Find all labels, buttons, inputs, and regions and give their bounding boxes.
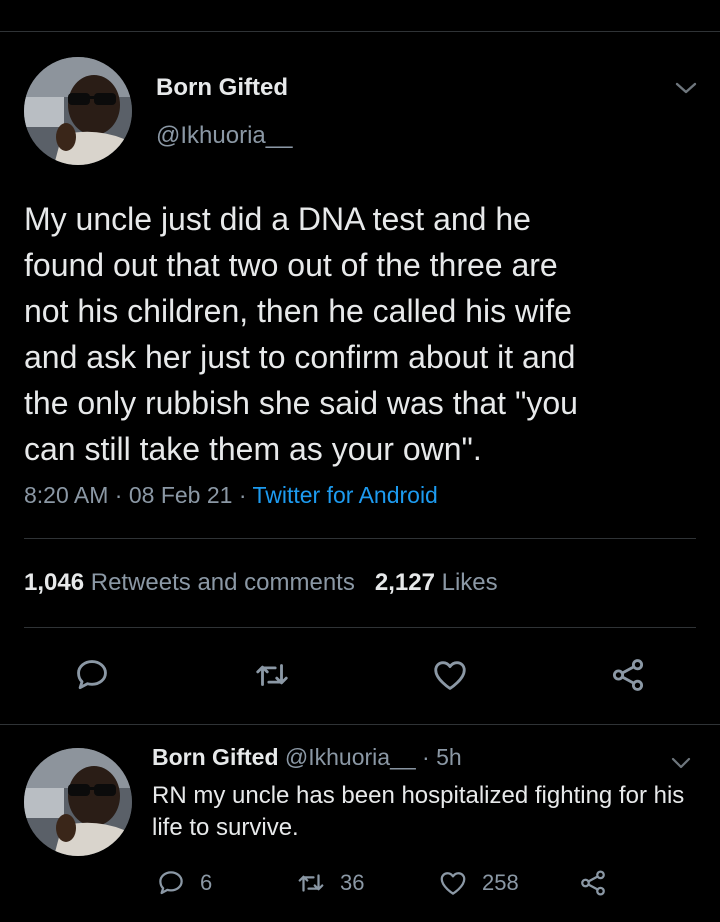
reply-like-button[interactable]: 258 <box>438 866 519 900</box>
retweets-label: Retweets and comments <box>90 569 355 596</box>
speech-bubble-icon <box>159 871 183 895</box>
chevron-down-icon[interactable] <box>668 752 694 774</box>
tweet-source-link[interactable]: Twitter for Android <box>252 482 437 508</box>
top-divider <box>0 31 720 32</box>
reply-share-button[interactable] <box>578 866 608 900</box>
reply-display-name[interactable]: Born Gifted <box>152 744 279 770</box>
reply-retweet-button[interactable]: 36 <box>296 866 364 900</box>
reply-separator: · <box>422 744 430 770</box>
display-name[interactable]: Born Gifted <box>156 74 288 102</box>
speech-bubble-icon <box>77 660 107 690</box>
tweet-text: My uncle just did a DNA test and he foun… <box>24 201 578 467</box>
avatar-photo <box>24 57 132 165</box>
retweet-arrows-icon <box>256 664 288 686</box>
share-nodes-icon <box>612 659 644 691</box>
reply-text: RN my uncle has been hospitalized fighti… <box>152 782 685 841</box>
like-button[interactable] <box>430 655 470 695</box>
likes-count: 2,127 <box>374 569 435 596</box>
avatar-photo <box>24 748 132 856</box>
retweets-count: 1,046 <box>24 569 85 596</box>
meta-separator: · <box>114 482 123 508</box>
chevron-down-icon[interactable] <box>672 76 700 100</box>
handle[interactable]: @Ikhuoria__ <box>156 122 292 150</box>
retweet-button[interactable] <box>252 655 292 695</box>
divider <box>24 627 696 628</box>
reply-count: 6 <box>200 870 213 895</box>
divider <box>24 538 696 539</box>
likes-label: Likes <box>441 569 498 596</box>
tweet-time: 8:20 AM <box>24 482 109 508</box>
heart-icon <box>440 872 466 895</box>
tweet-meta: 8:20 AM · 08 Feb 21 · Twitter for Androi… <box>24 482 438 509</box>
tweet-date: 08 Feb 21 <box>128 482 233 508</box>
like-count: 258 <box>482 870 519 895</box>
retweet-arrows-icon <box>298 874 324 892</box>
reply-handle[interactable]: @Ikhuoria__ <box>285 744 416 770</box>
reply-avatar[interactable] <box>24 748 132 856</box>
share-button[interactable] <box>608 655 648 695</box>
reply-age: 5h <box>436 744 462 770</box>
likes-stat[interactable]: 2,127 Likes <box>375 569 498 596</box>
heart-icon <box>434 661 466 690</box>
meta-separator: · <box>238 482 247 508</box>
reply-header: Born Gifted @Ikhuoria__ · 5h <box>152 744 462 771</box>
reply-button[interactable] <box>72 655 112 695</box>
engagement-stats: 1,046 Retweets and comments 2,127 Likes <box>24 569 498 597</box>
avatar[interactable] <box>24 57 132 165</box>
reply-reply-button[interactable]: 6 <box>156 866 212 900</box>
retweets-stat[interactable]: 1,046 Retweets and comments <box>24 569 355 596</box>
share-nodes-icon <box>581 870 605 896</box>
section-divider <box>0 724 720 725</box>
retweet-count: 36 <box>340 870 365 895</box>
